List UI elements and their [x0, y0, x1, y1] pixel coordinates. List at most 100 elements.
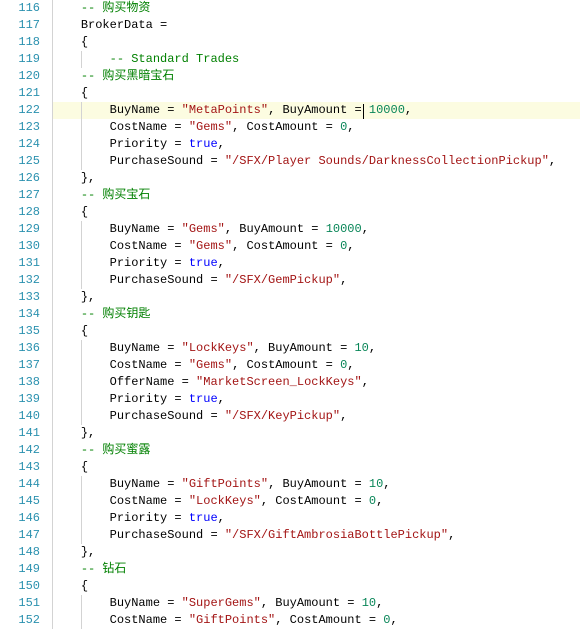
code-line[interactable]: }, — [52, 425, 580, 442]
line-number: 143 — [0, 459, 40, 476]
token-text: CostName = — [110, 120, 189, 134]
line-number: 137 — [0, 357, 40, 374]
code-line[interactable]: { — [52, 34, 580, 51]
token-text: Priority = — [110, 137, 189, 151]
token-text: }, — [81, 426, 95, 440]
code-line[interactable]: CostName = "Gems", CostAmount = 0, — [52, 238, 580, 255]
token-text: }, — [81, 545, 95, 559]
code-line[interactable]: { — [52, 204, 580, 221]
token-text: , — [218, 137, 225, 151]
token-keyword: true — [189, 392, 218, 406]
code-line[interactable]: -- 购买物资 — [52, 0, 580, 17]
code-line[interactable]: Priority = true, — [52, 255, 580, 272]
line-number: 140 — [0, 408, 40, 425]
token-text: , — [362, 375, 369, 389]
line-number: 151 — [0, 595, 40, 612]
line-number: 136 — [0, 340, 40, 357]
token-text: { — [81, 324, 88, 338]
token-string: "/SFX/GemPickup" — [225, 273, 340, 287]
line-number: 130 — [0, 238, 40, 255]
code-line[interactable]: -- 购买黑暗宝石 — [52, 68, 580, 85]
token-string: "Gems" — [189, 120, 232, 134]
code-line[interactable]: -- Standard Trades — [52, 51, 580, 68]
code-editor[interactable]: 1161171181191201211221231241251261271281… — [0, 0, 580, 629]
line-number: 120 — [0, 68, 40, 85]
token-comment: -- 购买物资 — [81, 1, 151, 15]
token-text: , — [405, 103, 412, 117]
code-line[interactable]: -- 购买蜜露 — [52, 442, 580, 459]
code-line[interactable]: CostName = "GiftPoints", CostAmount = 0, — [52, 612, 580, 629]
token-text: PurchaseSound = — [110, 528, 225, 542]
token-number: 10000 — [369, 103, 405, 117]
token-text: , — [376, 596, 383, 610]
code-line[interactable]: BuyName = "GiftPoints", BuyAmount = 10, — [52, 476, 580, 493]
token-text: Priority = — [110, 511, 189, 525]
token-text: { — [81, 86, 88, 100]
code-line[interactable]: -- 钻石 — [52, 561, 580, 578]
code-line[interactable]: { — [52, 459, 580, 476]
code-line[interactable]: }, — [52, 544, 580, 561]
line-number: 129 — [0, 221, 40, 238]
token-text: CostName = — [110, 358, 189, 372]
token-comment: -- 购买黑暗宝石 — [81, 69, 175, 83]
token-text: , CostAmount = — [232, 120, 340, 134]
token-text: , — [218, 256, 225, 270]
code-line[interactable]: BuyName = "MetaPoints", BuyAmount = 1000… — [52, 102, 580, 119]
token-text: , CostAmount = — [275, 613, 383, 627]
code-line[interactable]: CostName = "Gems", CostAmount = 0, — [52, 357, 580, 374]
token-text: , — [383, 477, 390, 491]
token-text: , BuyAmount = — [268, 103, 362, 117]
code-line[interactable]: Priority = true, — [52, 136, 580, 153]
token-text: { — [81, 579, 88, 593]
code-line[interactable]: }, — [52, 170, 580, 187]
line-number: 126 — [0, 170, 40, 187]
token-text: , — [347, 120, 354, 134]
code-line[interactable]: BuyName = "Gems", BuyAmount = 10000, — [52, 221, 580, 238]
code-line[interactable]: -- 购买钥匙 — [52, 306, 580, 323]
token-text: , — [362, 222, 369, 236]
line-number: 127 — [0, 187, 40, 204]
code-line[interactable]: PurchaseSound = "/SFX/Player Sounds/Dark… — [52, 153, 580, 170]
code-line[interactable]: Priority = true, — [52, 510, 580, 527]
line-number: 121 — [0, 85, 40, 102]
token-comment: -- 购买宝石 — [81, 188, 151, 202]
token-text: BuyName = — [110, 596, 182, 610]
code-line[interactable]: { — [52, 578, 580, 595]
code-line[interactable]: PurchaseSound = "/SFX/GemPickup", — [52, 272, 580, 289]
code-line[interactable]: BrokerData = — [52, 17, 580, 34]
code-line[interactable]: PurchaseSound = "/SFX/KeyPickup", — [52, 408, 580, 425]
token-text: PurchaseSound = — [110, 409, 225, 423]
line-number: 119 — [0, 51, 40, 68]
token-comment: -- Standard Trades — [110, 52, 240, 66]
line-number: 144 — [0, 476, 40, 493]
code-line[interactable]: { — [52, 85, 580, 102]
code-line[interactable]: OfferName = "MarketScreen_LockKeys", — [52, 374, 580, 391]
code-line[interactable]: }, — [52, 289, 580, 306]
code-area[interactable]: -- 购买物资 BrokerData = { -- Standard Trade… — [52, 0, 580, 629]
token-string: "Gems" — [189, 358, 232, 372]
token-number: 10 — [369, 477, 383, 491]
code-line[interactable]: CostName = "Gems", CostAmount = 0, — [52, 119, 580, 136]
code-line[interactable]: Priority = true, — [52, 391, 580, 408]
line-number: 124 — [0, 136, 40, 153]
code-line[interactable]: PurchaseSound = "/SFX/GiftAmbrosiaBottle… — [52, 527, 580, 544]
line-number: 118 — [0, 34, 40, 51]
token-text: CostName = — [110, 494, 189, 508]
code-line[interactable]: -- 购买宝石 — [52, 187, 580, 204]
line-number: 123 — [0, 119, 40, 136]
token-string: "GiftPoints" — [182, 477, 268, 491]
code-line[interactable]: CostName = "LockKeys", CostAmount = 0, — [52, 493, 580, 510]
token-text: , — [340, 273, 347, 287]
token-text: , — [448, 528, 455, 542]
code-line[interactable]: BuyName = "LockKeys", BuyAmount = 10, — [52, 340, 580, 357]
token-text: , — [369, 341, 376, 355]
code-line[interactable]: { — [52, 323, 580, 340]
token-text: , CostAmount = — [261, 494, 369, 508]
token-string: "LockKeys" — [182, 341, 254, 355]
token-text: }, — [81, 171, 95, 185]
token-number: 10 — [354, 341, 368, 355]
token-keyword: true — [189, 137, 218, 151]
code-line[interactable]: BuyName = "SuperGems", BuyAmount = 10, — [52, 595, 580, 612]
token-comment: -- 购买钥匙 — [81, 307, 151, 321]
token-number: 10000 — [326, 222, 362, 236]
